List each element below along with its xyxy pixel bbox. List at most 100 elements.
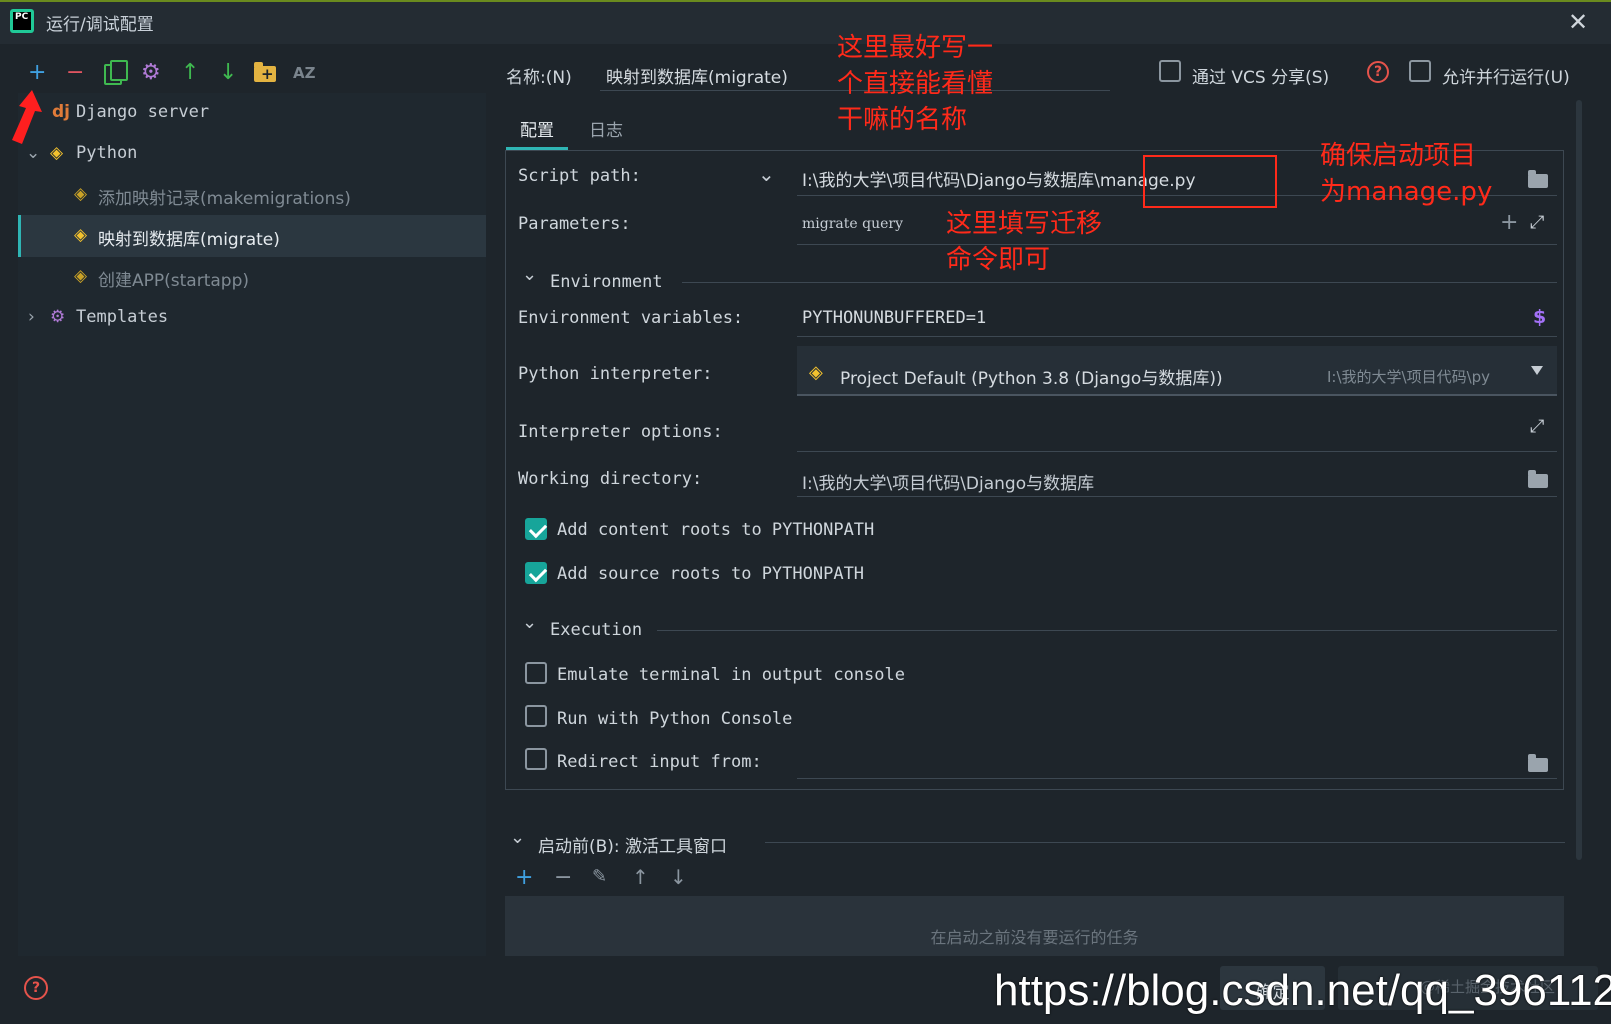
execution-section-title: Execution [550, 620, 643, 640]
name-label: 名称:(N) [506, 68, 572, 88]
name-input[interactable]: 映射到数据库(migrate) [606, 63, 788, 88]
redirect-input-checkbox[interactable] [525, 748, 547, 770]
add-icon[interactable]: + [28, 60, 46, 85]
annotation-script-line1: 确保启动项目 [1320, 141, 1477, 171]
redirect-input-label: Redirect input from: [557, 752, 762, 772]
gear-icon[interactable]: ⚙ [141, 60, 161, 85]
expand-icon[interactable]: ⤢ [1530, 212, 1544, 233]
folder-icon[interactable] [1528, 754, 1548, 772]
expand-icon[interactable]: ⤢ [1530, 416, 1544, 437]
interp-options-underline [797, 451, 1557, 452]
url-watermark: https://blog.csdn.net/qq_39611230 [994, 966, 1611, 1015]
tree-item-label: Templates [76, 307, 169, 327]
copy-icon[interactable] [104, 60, 128, 85]
tree-item-python[interactable]: ⌄ ◈ Python [18, 133, 486, 175]
edit-pencil-icon[interactable]: ✎ [592, 866, 607, 887]
vcs-share-checkbox[interactable] [1159, 60, 1181, 82]
highlight-box [1143, 155, 1277, 208]
tree-item-label: 映射到数据库(migrate) [98, 230, 280, 250]
emulate-terminal-checkbox[interactable] [525, 662, 547, 684]
allow-parallel-label: 允许并行运行(U) [1442, 68, 1570, 88]
tab-config[interactable]: 配置 [520, 116, 554, 141]
chevron-down-icon[interactable]: ⌄ [522, 612, 537, 633]
add-source-roots-checkbox[interactable] [525, 562, 547, 584]
window-title: 运行/调试配置 [46, 15, 154, 35]
remove-icon[interactable]: − [66, 60, 84, 85]
remove-task-icon[interactable]: − [554, 865, 572, 890]
tree-item-label: 添加映射记录(makemigrations) [98, 189, 351, 209]
move-down-icon[interactable]: ↓ [670, 865, 687, 889]
before-launch-label: 启动前(B): 激活工具窗口 [538, 837, 728, 857]
folder-icon[interactable] [1528, 470, 1548, 488]
parameters-underline [797, 244, 1557, 245]
python-icon: ◈ [809, 362, 823, 383]
close-icon[interactable]: ✕ [1568, 8, 1588, 36]
python-icon: ◈ [50, 143, 64, 163]
logo-text: PC [13, 12, 31, 30]
interpreter-label: Python interpreter: [518, 364, 713, 384]
tree-item-migrate[interactable]: ◈ 映射到数据库(migrate) [18, 215, 486, 257]
annotation-name-line3: 干嘛的名称 [837, 105, 968, 135]
section-divider [657, 630, 1557, 631]
script-path-label: Script path: [518, 166, 641, 186]
add-source-roots-label: Add source roots to PYTHONPATH [557, 564, 865, 584]
annotation-param-line1: 这里填写迁移 [946, 209, 1103, 239]
environment-section-title: Environment [550, 272, 663, 292]
emulate-terminal-label: Emulate terminal in output console [557, 665, 905, 685]
chevron-right-icon[interactable]: › [28, 307, 35, 327]
move-up-icon[interactable]: ↑ [181, 60, 199, 85]
tab-log[interactable]: 日志 [589, 116, 623, 141]
move-up-icon[interactable]: ↑ [632, 865, 649, 889]
django-icon: dj [52, 102, 70, 122]
run-python-console-checkbox[interactable] [525, 705, 547, 727]
section-divider [682, 282, 1557, 283]
annotation-param-line2: 命令即可 [946, 245, 1051, 275]
pycharm-logo-icon: PC [10, 9, 34, 33]
env-vars-input[interactable]: PYTHONUNBUFFERED=1 [802, 308, 986, 328]
env-vars-underline [797, 336, 1557, 337]
env-vars-label: Environment variables: [518, 308, 744, 328]
tree-item-makemigrations[interactable]: ◈ 添加映射记录(makemigrations) [18, 174, 486, 216]
interpreter-path: I:\我的大学\项目代码\py [1327, 368, 1491, 386]
add-task-icon[interactable]: + [515, 865, 533, 890]
chevron-down-icon[interactable]: ⌄ [510, 827, 525, 848]
allow-parallel-checkbox[interactable] [1409, 60, 1431, 82]
section-divider [765, 842, 1565, 843]
dollar-icon[interactable]: $ [1533, 306, 1546, 328]
help-icon[interactable]: ? [24, 976, 48, 1000]
title-bar [0, 0, 1611, 44]
run-python-console-label: Run with Python Console [557, 709, 793, 729]
dropdown-arrow-icon[interactable] [1531, 366, 1543, 375]
interp-options-label: Interpreter options: [518, 422, 723, 442]
help-icon[interactable]: ? [1367, 61, 1389, 83]
tree-item-django-server[interactable]: dj Django server [18, 92, 486, 134]
script-path-input[interactable]: I:\我的大学\项目代码\Django与数据库\manage.py [802, 166, 1196, 191]
chevron-down-icon[interactable]: ⌄ [758, 162, 775, 186]
chevron-down-icon[interactable]: ⌄ [26, 143, 40, 163]
working-dir-label: Working directory: [518, 469, 703, 489]
annotation-name-line2: 个直接能看懂 [837, 69, 994, 99]
tree-item-templates[interactable]: › ⚙ Templates [18, 297, 486, 339]
interpreter-value: Project Default (Python 3.8 (Django与数据库)… [840, 369, 1223, 389]
add-content-roots-checkbox[interactable] [525, 518, 547, 540]
chevron-down-icon[interactable]: ⌄ [522, 264, 537, 285]
move-down-icon[interactable]: ↓ [219, 60, 237, 85]
parameters-input[interactable]: migrate query [802, 216, 903, 232]
tree-item-startapp[interactable]: ◈ 创建APP(startapp) [18, 256, 486, 298]
tree-item-label: Django server [76, 102, 210, 122]
sort-az-icon[interactable]: AZ [293, 64, 316, 82]
scrollbar[interactable] [1576, 100, 1582, 860]
working-dir-underline [797, 496, 1557, 497]
tree-item-label: Python [76, 143, 138, 163]
annotation-name-line1: 这里最好写一 [837, 33, 994, 63]
working-dir-input[interactable]: I:\我的大学\项目代码\Django与数据库 [802, 469, 1094, 494]
new-folder-icon[interactable]: + [254, 62, 276, 82]
python-icon: ◈ [74, 184, 88, 204]
redirect-input-underline [797, 778, 1557, 779]
add-content-roots-label: Add content roots to PYTHONPATH [557, 520, 875, 540]
folder-icon[interactable] [1528, 170, 1548, 188]
annotation-script-line2: 为manage.py [1320, 177, 1493, 207]
parameters-label: Parameters: [518, 214, 631, 234]
gear-icon: ⚙ [50, 307, 66, 327]
add-icon[interactable]: + [1500, 210, 1518, 235]
